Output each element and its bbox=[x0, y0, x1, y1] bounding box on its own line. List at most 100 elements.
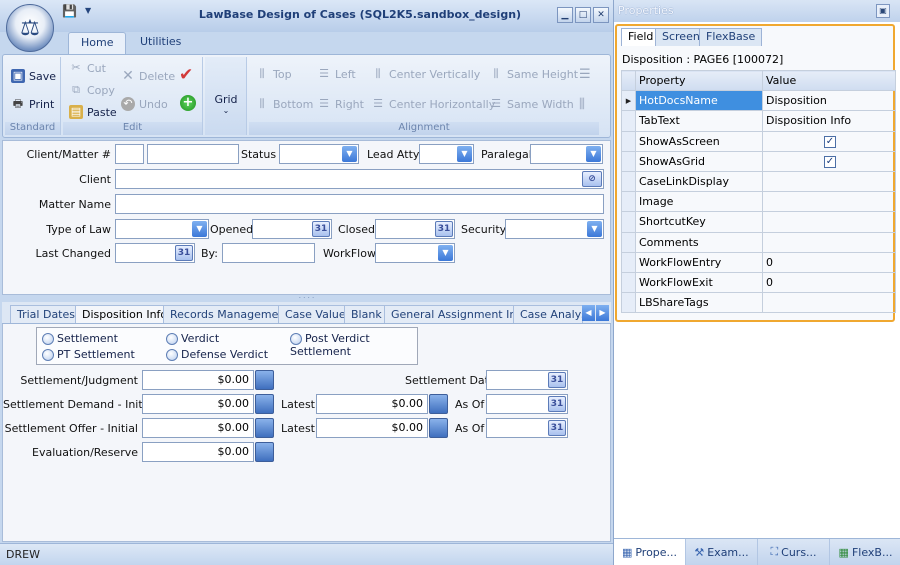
demand-as-of-date-input[interactable]: 31 bbox=[486, 394, 568, 414]
matter-number-input[interactable] bbox=[147, 144, 239, 164]
opened-date-input[interactable]: 31 bbox=[252, 219, 332, 239]
pin-icon[interactable]: ▣ bbox=[876, 4, 890, 18]
radio-settlement[interactable]: Settlement bbox=[42, 332, 118, 345]
closed-date-input[interactable]: 31 bbox=[375, 219, 455, 239]
status-select[interactable]: ▼ bbox=[279, 144, 359, 164]
calculator-icon[interactable] bbox=[255, 442, 274, 462]
save-icon[interactable]: 💾 bbox=[62, 4, 77, 18]
delete-button[interactable]: ✕ Delete bbox=[121, 69, 175, 83]
property-name[interactable]: WorkFlowEntry bbox=[635, 251, 763, 273]
calendar-icon[interactable]: 31 bbox=[548, 396, 566, 412]
matter-name-input[interactable] bbox=[115, 194, 604, 214]
table-row[interactable]: Image bbox=[621, 191, 896, 213]
offer-as-of-date-input[interactable]: 31 bbox=[486, 418, 568, 438]
tab-general-assignment-info[interactable]: General Assignment Info bbox=[384, 305, 534, 323]
client-number-input[interactable] bbox=[115, 144, 144, 164]
tab-cursors-pane[interactable]: ⛶ Curs... bbox=[758, 539, 830, 565]
copy-button[interactable]: ⧉ Copy bbox=[69, 83, 115, 97]
save-button[interactable]: ▣ Save bbox=[11, 69, 56, 83]
property-value[interactable] bbox=[762, 292, 896, 314]
lead-atty-select[interactable]: ▼ bbox=[419, 144, 474, 164]
print-button[interactable]: 🖶 Print bbox=[11, 97, 55, 111]
calendar-icon[interactable]: 31 bbox=[312, 221, 330, 237]
grid-button[interactable]: Grid ⌄ bbox=[205, 93, 247, 115]
property-value[interactable] bbox=[762, 211, 896, 233]
client-lookup-icon[interactable]: ⊘ bbox=[582, 171, 602, 187]
tab-utilities[interactable]: Utilities bbox=[128, 32, 193, 54]
calendar-icon[interactable]: 31 bbox=[548, 372, 566, 388]
tab-scroll-left-icon[interactable]: ◀ bbox=[582, 305, 595, 321]
tab-flexbase[interactable]: FlexBase bbox=[699, 28, 763, 46]
table-row[interactable]: ▶ HotDocsName Disposition bbox=[621, 90, 896, 112]
table-row[interactable]: TabText Disposition Info bbox=[621, 110, 896, 132]
property-name[interactable]: LBShareTags bbox=[635, 292, 763, 314]
radio-pt-settlement[interactable]: PT Settlement bbox=[42, 348, 135, 361]
same-height-button[interactable]: ⫼ Same Height bbox=[489, 67, 578, 81]
property-name[interactable]: ShortcutKey bbox=[635, 211, 763, 233]
property-value[interactable]: 0 bbox=[762, 271, 896, 294]
property-value[interactable]: 0 bbox=[762, 251, 896, 273]
property-name[interactable]: HotDocsName bbox=[635, 90, 763, 112]
property-name[interactable]: CaseLinkDisplay bbox=[635, 170, 763, 193]
tab-case-value[interactable]: Case Value bbox=[278, 305, 353, 323]
property-value[interactable] bbox=[762, 170, 896, 193]
calculator-icon[interactable] bbox=[429, 418, 448, 438]
tab-scroll-right-icon[interactable]: ▶ bbox=[596, 305, 609, 321]
cut-button[interactable]: ✂ Cut bbox=[69, 61, 106, 75]
undo-button[interactable]: ↶ Undo bbox=[121, 97, 168, 111]
tab-records-management[interactable]: Records Management bbox=[163, 305, 297, 323]
property-value[interactable]: ✓ bbox=[762, 130, 896, 152]
tab-flexbase-pane[interactable]: ▦ FlexB... bbox=[830, 539, 900, 565]
property-name[interactable]: ShowAsGrid bbox=[635, 150, 763, 172]
app-menu-orb[interactable]: ⚖ bbox=[6, 4, 54, 52]
calendar-icon[interactable]: 31 bbox=[548, 420, 566, 436]
settlement-offer-input[interactable]: $0.00 bbox=[142, 418, 254, 438]
tab-properties-pane[interactable]: ▦ Prope... bbox=[614, 539, 686, 565]
table-row[interactable]: ShowAsScreen ✓ bbox=[621, 130, 896, 152]
property-name[interactable]: WorkFlowExit bbox=[635, 271, 763, 294]
calculator-icon[interactable] bbox=[255, 418, 274, 438]
property-name[interactable]: Image bbox=[635, 191, 763, 213]
tab-home[interactable]: Home bbox=[68, 32, 127, 54]
radio-post-verdict-settlement[interactable]: Post Verdict Settlement bbox=[290, 332, 417, 358]
pane-splitter[interactable]: · · · · bbox=[2, 295, 611, 302]
calculator-icon[interactable] bbox=[429, 394, 448, 414]
property-name[interactable]: ShowAsScreen bbox=[635, 130, 763, 152]
changed-by-input[interactable] bbox=[222, 243, 315, 263]
tab-case-analysis[interactable]: Case Analysis bbox=[513, 305, 583, 323]
spacing-vertical-icon[interactable]: ☰ bbox=[579, 67, 591, 82]
center-horizontally-button[interactable]: ☰ Center Horizontally bbox=[371, 97, 495, 111]
property-value[interactable] bbox=[762, 191, 896, 213]
settlement-date-input[interactable]: 31 bbox=[486, 370, 568, 390]
calendar-icon[interactable]: 31 bbox=[175, 245, 193, 261]
calculator-icon[interactable] bbox=[255, 370, 274, 390]
add-icon[interactable]: + bbox=[180, 95, 196, 111]
demand-latest-input[interactable]: $0.00 bbox=[316, 394, 428, 414]
align-left-button[interactable]: ☰ Left bbox=[317, 67, 356, 81]
offer-latest-input[interactable]: $0.00 bbox=[316, 418, 428, 438]
property-name[interactable]: TabText bbox=[635, 110, 763, 132]
table-row[interactable]: CaseLinkDisplay bbox=[621, 170, 896, 193]
tab-trial-dates[interactable]: Trial Dates bbox=[10, 305, 82, 323]
calendar-icon[interactable]: 31 bbox=[435, 221, 453, 237]
type-of-law-select[interactable]: ▼ bbox=[115, 219, 209, 239]
radio-defense-verdict[interactable]: Defense Verdict bbox=[166, 348, 268, 361]
property-value[interactable]: Disposition Info bbox=[762, 110, 896, 132]
settlement-judgment-input[interactable]: $0.00 bbox=[142, 370, 254, 390]
check-icon[interactable]: ✔ bbox=[179, 65, 193, 85]
property-value[interactable]: Disposition bbox=[762, 90, 896, 112]
same-width-button[interactable]: ☰ Same Width bbox=[489, 97, 574, 111]
table-row[interactable]: LBShareTags bbox=[621, 292, 896, 314]
checkbox-checked-icon[interactable]: ✓ bbox=[824, 136, 836, 149]
radio-verdict[interactable]: Verdict bbox=[166, 332, 219, 345]
settlement-demand-input[interactable]: $0.00 bbox=[142, 394, 254, 414]
property-value[interactable]: ✓ bbox=[762, 150, 896, 172]
table-row[interactable]: ShortcutKey bbox=[621, 211, 896, 233]
tab-examples-pane[interactable]: ⚒ Exam... bbox=[686, 539, 758, 565]
last-changed-date-input[interactable]: 31 bbox=[115, 243, 195, 263]
align-right-button[interactable]: ☰ Right bbox=[317, 97, 364, 111]
table-row[interactable]: WorkFlowExit 0 bbox=[621, 271, 896, 294]
tab-blank[interactable]: Blank bbox=[344, 305, 389, 323]
minimize-button[interactable]: ▁ bbox=[557, 7, 573, 23]
table-row[interactable]: Comments bbox=[621, 231, 896, 253]
